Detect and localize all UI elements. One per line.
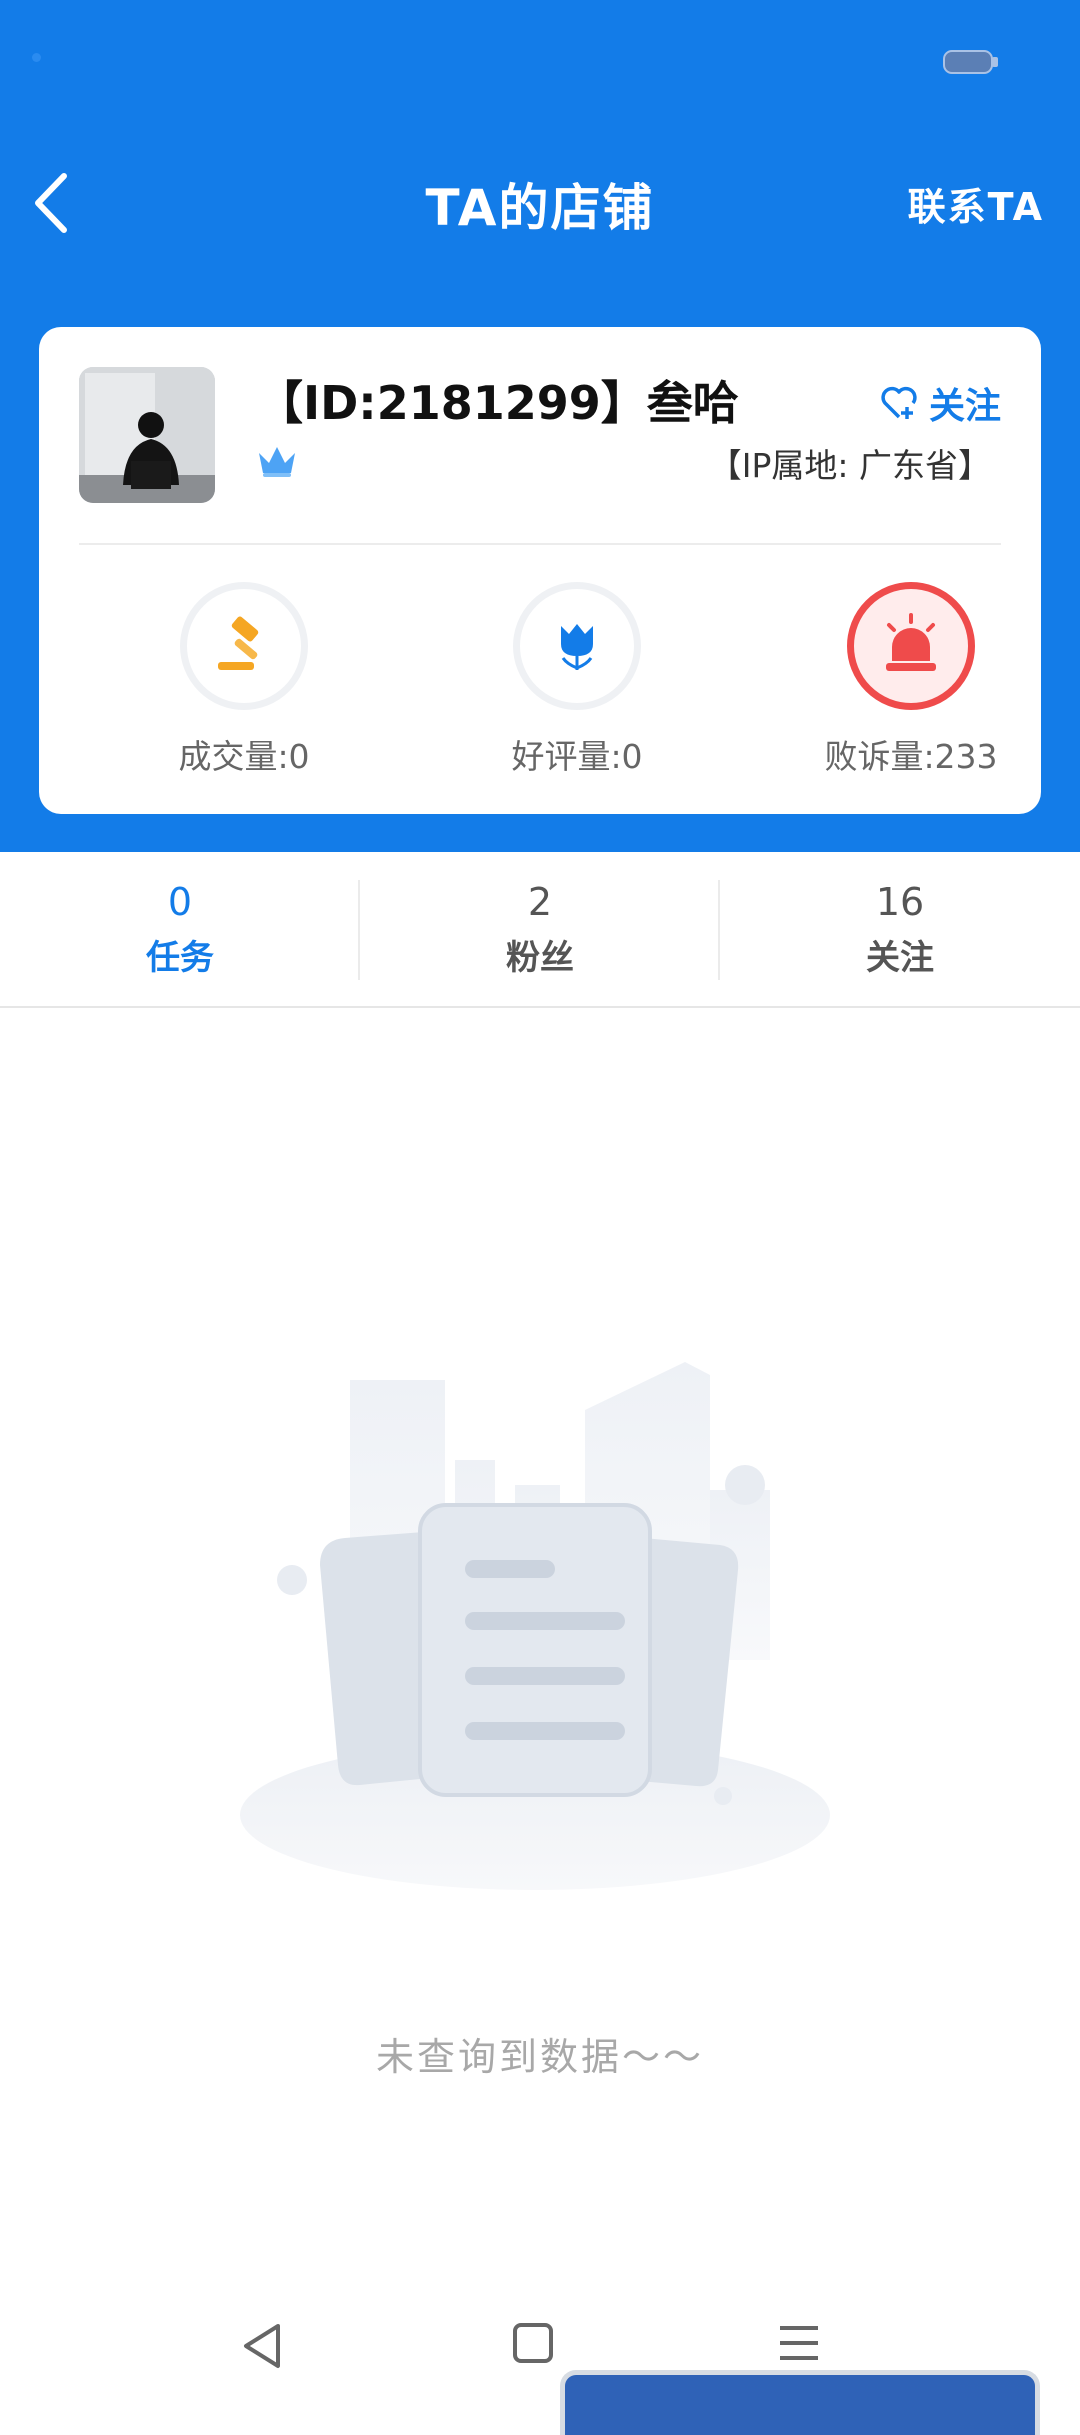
fans-count: 2 (527, 880, 553, 924)
avatar-image (79, 367, 215, 503)
tasks-label: 任务 (146, 938, 214, 978)
metric-label: 成交量:0 (178, 737, 310, 776)
status-bar-dot (32, 53, 41, 62)
ip-location: 【IP属地: 广东省】 (708, 446, 991, 485)
fans-label: 粉丝 (506, 938, 574, 978)
tab-tasks[interactable]: 0 任务 (0, 880, 360, 979)
tasks-count: 0 (167, 880, 193, 924)
menu-lines-icon[interactable] (778, 2322, 820, 2364)
metric-lost-cases: 败诉量:233 (801, 582, 1021, 778)
metric-label: 败诉量:233 (824, 737, 998, 776)
metric-deals: 成交量:0 (134, 582, 354, 778)
tab-following[interactable]: 16 关注 (720, 880, 1080, 979)
gavel-icon (180, 582, 308, 710)
follow-button[interactable]: 关注 (879, 377, 1001, 429)
shop-name: 【ID:2181299】叁哈 (257, 376, 739, 430)
heart-plus-icon (881, 386, 917, 419)
home-square-icon[interactable] (512, 2322, 554, 2364)
following-label: 关注 (866, 938, 934, 978)
shop-info-card: 【ID:2181299】叁哈 关注 【IP属地: 广东省】 成交量:0 好评量:… (39, 327, 1041, 814)
follow-label: 关注 (928, 386, 1001, 427)
empty-state-illustration (240, 1362, 830, 1890)
alarm-icon (847, 582, 975, 710)
avatar[interactable] (79, 367, 215, 503)
crown-icon (259, 447, 295, 477)
metric-label: 好评量:0 (511, 737, 643, 776)
metric-positive-reviews: 好评量:0 (467, 582, 687, 778)
divider (79, 543, 1001, 545)
tulip-icon (513, 582, 641, 710)
contact-button[interactable]: 联系TA (908, 176, 1044, 231)
battery-icon (943, 50, 998, 74)
tab-fans[interactable]: 2 粉丝 (360, 880, 720, 979)
following-count: 16 (875, 880, 925, 924)
back-triangle-icon[interactable] (240, 2322, 284, 2370)
floating-window-preview[interactable] (560, 2370, 1040, 2435)
empty-state-message: 未查询到数据～～ (375, 2035, 704, 2079)
stats-tabs: 0 任务 2 粉丝 16 关注 (0, 852, 1080, 1008)
